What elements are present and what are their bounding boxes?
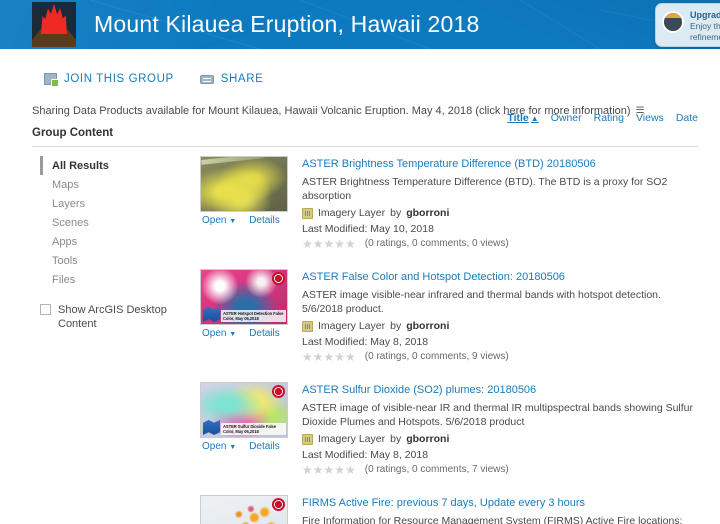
- thumbnail-image: [201, 157, 287, 211]
- sort-ascending-icon: ▲: [530, 114, 539, 123]
- imagery-layer-icon: [302, 433, 313, 445]
- by-label: by: [390, 207, 402, 219]
- item-type-line: Imagery Layer by gborroni: [302, 319, 698, 333]
- sidebar-item-scenes[interactable]: Scenes: [40, 213, 200, 232]
- chevron-down-icon: ▼: [229, 218, 237, 225]
- upgrade-toast[interactable]: Upgrade Enjoy the refineme: [655, 3, 720, 47]
- sort-option-views[interactable]: Views: [636, 112, 664, 124]
- item-thumbnail[interactable]: ASTER Hotspot Detection False Color, May…: [200, 269, 288, 325]
- thumbnail-caption: ASTER Hotspot Detection False Color, May…: [221, 309, 286, 322]
- item-type-label: Imagery Layer: [318, 320, 386, 332]
- item-stats-text: (0 ratings, 0 comments, 9 views): [364, 351, 509, 362]
- layer-badge-icon: [203, 420, 220, 435]
- join-this-group-label: JOIN THIS GROUP: [64, 73, 174, 85]
- layer-badge-icon: [203, 307, 220, 322]
- item-owner[interactable]: gborroni: [406, 319, 449, 333]
- item-snippet: ASTER Brightness Temperature Difference …: [302, 176, 668, 202]
- sort-option-rating[interactable]: Rating: [594, 112, 624, 124]
- open-button[interactable]: Open ▼: [202, 328, 236, 339]
- details-button[interactable]: Details: [249, 215, 280, 226]
- item-title[interactable]: ASTER False Color and Hotspot Detection:…: [302, 270, 698, 285]
- group-actions: JOIN THIS GROUP SHARE: [0, 49, 720, 91]
- chevron-down-icon: ▼: [229, 444, 237, 451]
- item-owner[interactable]: gborroni: [406, 432, 449, 446]
- facet-sidebar: All Results Maps Layers Scenes Apps Tool…: [32, 156, 200, 524]
- open-button[interactable]: Open ▼: [202, 215, 236, 226]
- item-title[interactable]: ASTER Sulfur Dioxide (SO2) plumes: 20180…: [302, 383, 698, 398]
- sort-option-date[interactable]: Date: [676, 112, 698, 124]
- sidebar-item-all-results[interactable]: All Results: [40, 156, 200, 175]
- rating-stars[interactable]: ★★★★★: [302, 464, 356, 476]
- item-snippet: ASTER image of visible-near IR and therm…: [302, 402, 694, 428]
- toast-line-2: refineme: [690, 32, 720, 42]
- list-item: Open ▼ Details ASTER Brightness Temperat…: [200, 156, 720, 269]
- item-snippet: Fire Information for Resource Management…: [302, 515, 683, 524]
- show-desktop-content-checkbox[interactable]: Show ArcGIS Desktop Content: [40, 303, 200, 331]
- volcano-icon: [32, 2, 76, 47]
- sort-controls: Title ▲ Owner Rating Views Date: [507, 112, 698, 124]
- checkbox-box[interactable]: [40, 304, 51, 315]
- open-button[interactable]: Open ▼: [202, 441, 236, 452]
- share-label: SHARE: [220, 73, 264, 85]
- list-item: FIRMS Active Fire Previous 7 days Open ▼…: [200, 495, 720, 524]
- sidebar-item-apps[interactable]: Apps: [40, 232, 200, 251]
- item-stats-row: ★★★★★ (0 ratings, 0 comments, 0 views): [302, 237, 698, 251]
- list-item: ASTER Hotspot Detection False Color, May…: [200, 269, 720, 382]
- group-content-heading: Group Content: [32, 127, 114, 139]
- sort-option-title[interactable]: Title ▲: [507, 112, 538, 124]
- item-modified: Last Modified: May 8, 2018: [302, 449, 429, 461]
- item-stats-text: (0 ratings, 0 comments, 0 views): [364, 238, 509, 249]
- results-list: Title ▲ Owner Rating Views Date Open ▼ De…: [200, 112, 720, 524]
- imagery-layer-icon: [302, 320, 313, 332]
- rating-stars[interactable]: ★★★★★: [302, 351, 356, 363]
- imagery-layer-icon: [302, 207, 313, 219]
- sidebar-item-maps[interactable]: Maps: [40, 175, 200, 194]
- group-banner: Mount Kilauea Eruption, Hawaii 2018 Upgr…: [0, 0, 720, 49]
- item-title[interactable]: ASTER Brightness Temperature Difference …: [302, 157, 698, 172]
- restricted-badge-icon: [272, 498, 285, 511]
- sidebar-item-layers[interactable]: Layers: [40, 194, 200, 213]
- item-snippet: ASTER image visible-near infrared and th…: [302, 289, 661, 315]
- join-group-icon: [44, 73, 59, 87]
- item-type-label: Imagery Layer: [318, 207, 386, 219]
- item-stats-row: ★★★★★ (0 ratings, 0 comments, 9 views): [302, 350, 698, 364]
- item-type-line: Imagery Layer by gborroni: [302, 206, 698, 220]
- chevron-down-icon: ▼: [229, 331, 237, 338]
- item-stats-row: ★★★★★ (0 ratings, 0 comments, 7 views): [302, 463, 698, 477]
- details-button[interactable]: Details: [249, 328, 280, 339]
- item-stats-text: (0 ratings, 0 comments, 7 views): [364, 464, 509, 475]
- by-label: by: [390, 433, 402, 445]
- restricted-badge-icon: [272, 272, 285, 285]
- item-type-label: Imagery Layer: [318, 433, 386, 445]
- details-button[interactable]: Details: [249, 441, 280, 452]
- rating-stars[interactable]: ★★★★★: [302, 238, 356, 250]
- show-desktop-content-label: Show ArcGIS Desktop Content: [58, 304, 167, 330]
- by-label: by: [390, 320, 402, 332]
- item-modified: Last Modified: May 8, 2018: [302, 336, 429, 348]
- item-type-line: Imagery Layer by gborroni: [302, 432, 698, 446]
- sort-option-owner[interactable]: Owner: [551, 112, 582, 124]
- restricted-badge-icon: [272, 385, 285, 398]
- join-this-group-button[interactable]: JOIN THIS GROUP: [44, 73, 174, 87]
- sidebar-item-tools[interactable]: Tools: [40, 251, 200, 270]
- page-title: Mount Kilauea Eruption, Hawaii 2018: [94, 11, 480, 37]
- item-thumbnail[interactable]: ASTER Sulfur Dioxide False Color, May 06…: [200, 382, 288, 438]
- user-avatar-icon: [662, 11, 684, 33]
- item-owner[interactable]: gborroni: [406, 206, 449, 220]
- toast-title: Upgrade: [690, 10, 720, 20]
- share-icon: [199, 74, 214, 84]
- thumbnail-caption: ASTER Sulfur Dioxide False Color, May 06…: [221, 422, 286, 435]
- sidebar-item-files[interactable]: Files: [40, 270, 200, 289]
- item-thumbnail[interactable]: FIRMS Active Fire Previous 7 days: [200, 495, 288, 524]
- share-button[interactable]: SHARE: [199, 73, 264, 85]
- list-item: ASTER Sulfur Dioxide False Color, May 06…: [200, 382, 720, 495]
- toast-line-1: Enjoy the: [690, 21, 720, 31]
- item-title[interactable]: FIRMS Active Fire: previous 7 days, Upda…: [302, 496, 698, 511]
- item-modified: Last Modified: May 10, 2018: [302, 223, 434, 235]
- item-thumbnail[interactable]: [200, 156, 288, 212]
